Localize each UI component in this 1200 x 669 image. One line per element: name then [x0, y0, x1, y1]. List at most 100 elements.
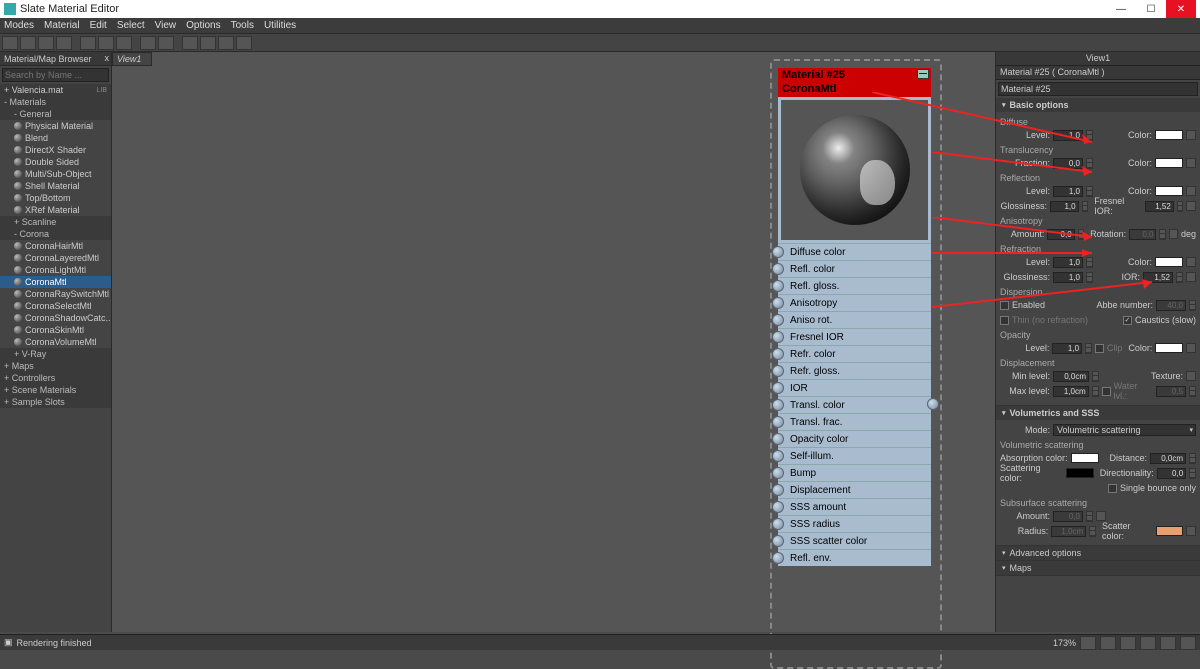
input-slot[interactable]: Aniso rot. — [778, 311, 931, 328]
mat-item[interactable]: CoronaVolumeMtl — [0, 336, 111, 348]
maps-header[interactable]: + Maps — [0, 360, 111, 372]
refl-level[interactable]: 1,0 — [1053, 186, 1083, 197]
mat-item[interactable]: CoronaSkinMtl — [0, 324, 111, 336]
scanline-header[interactable]: + Scanline — [0, 216, 111, 228]
map-button[interactable] — [1096, 511, 1106, 521]
tool-button[interactable] — [140, 36, 156, 50]
status-button[interactable] — [1100, 636, 1116, 650]
map-button[interactable] — [1186, 257, 1196, 267]
controllers-header[interactable]: + Controllers — [0, 372, 111, 384]
diffuse-level[interactable]: 1,0 — [1053, 130, 1083, 141]
map-button[interactable] — [1186, 130, 1196, 140]
input-slot[interactable]: Transl. frac. — [778, 413, 931, 430]
vray-header[interactable]: + V-Ray — [0, 348, 111, 360]
menu-view[interactable]: View — [155, 20, 177, 31]
status-button[interactable] — [1080, 636, 1096, 650]
opacity-color-swatch[interactable] — [1155, 343, 1183, 353]
input-socket[interactable] — [772, 263, 784, 275]
menu-utilities[interactable]: Utilities — [264, 20, 296, 31]
input-slot[interactable]: Refr. gloss. — [778, 362, 931, 379]
status-button[interactable] — [1120, 636, 1136, 650]
absorption-swatch[interactable] — [1071, 453, 1099, 463]
sample-slots-header[interactable]: + Sample Slots — [0, 396, 111, 408]
texture-button[interactable] — [1186, 371, 1196, 381]
single-bounce-checkbox[interactable] — [1108, 484, 1117, 493]
spinner[interactable] — [1177, 201, 1184, 212]
input-slot[interactable]: Opacity color — [778, 430, 931, 447]
mat-item[interactable]: Blend — [0, 132, 111, 144]
materials-header[interactable]: - Materials — [0, 96, 111, 108]
mat-item[interactable]: CoronaShadowCatc... — [0, 312, 111, 324]
clip-checkbox[interactable] — [1095, 344, 1104, 353]
tool-button[interactable] — [2, 36, 18, 50]
input-socket[interactable] — [772, 518, 784, 530]
map-button[interactable] — [1186, 158, 1196, 168]
mat-item-selected[interactable]: CoronaMtl — [0, 276, 111, 288]
browser-tree[interactable]: + Valencia.matLIB - Materials - General … — [0, 84, 111, 632]
input-slot[interactable]: Transl. color — [778, 396, 931, 413]
map-button[interactable] — [1186, 526, 1196, 536]
menu-edit[interactable]: Edit — [90, 20, 107, 31]
input-socket[interactable] — [772, 416, 784, 428]
status-button[interactable] — [1180, 636, 1196, 650]
tool-button[interactable] — [116, 36, 132, 50]
input-socket[interactable] — [772, 246, 784, 258]
directionality[interactable]: 0,0 — [1157, 468, 1186, 479]
status-button[interactable] — [1140, 636, 1156, 650]
thin-checkbox[interactable] — [1000, 316, 1009, 325]
input-slot[interactable]: Refl. color — [778, 260, 931, 277]
input-slot[interactable]: Fresnel IOR — [778, 328, 931, 345]
tool-button[interactable] — [158, 36, 174, 50]
distance[interactable]: 0,0cm — [1150, 453, 1186, 464]
input-socket[interactable] — [772, 501, 784, 513]
rollout-advanced[interactable]: Advanced options — [996, 546, 1200, 560]
refr-level[interactable]: 1,0 — [1053, 257, 1083, 268]
input-slot[interactable]: Refr. color — [778, 345, 931, 362]
tool-button[interactable] — [200, 36, 216, 50]
map-button[interactable] — [1186, 343, 1196, 353]
output-socket[interactable] — [927, 398, 939, 410]
input-socket[interactable] — [772, 535, 784, 547]
material-node[interactable]: Material #25— CoronaMtl Diffuse colorRef… — [777, 67, 932, 567]
transl-color-swatch[interactable] — [1155, 158, 1183, 168]
water-checkbox[interactable] — [1102, 387, 1111, 396]
input-socket[interactable] — [772, 399, 784, 411]
transl-fraction[interactable]: 0,0 — [1053, 158, 1083, 169]
refr-gloss[interactable]: 1,0 — [1053, 272, 1083, 283]
map-button[interactable] — [1186, 186, 1196, 196]
input-socket[interactable] — [772, 365, 784, 377]
node-minimize-icon[interactable]: — — [917, 69, 929, 79]
node-title[interactable]: Material #25— — [778, 68, 931, 83]
mat-item[interactable]: CoronaRaySwitchMtl — [0, 288, 111, 300]
rollout-volumetrics[interactable]: Volumetrics and SSS — [996, 406, 1200, 420]
spinner[interactable] — [1086, 158, 1093, 169]
refr-ior[interactable]: 1,52 — [1143, 272, 1173, 283]
mat-item[interactable]: Multi/Sub-Object — [0, 168, 111, 180]
input-slot[interactable]: IOR — [778, 379, 931, 396]
input-slot[interactable]: Refl. gloss. — [778, 277, 931, 294]
input-socket[interactable] — [772, 314, 784, 326]
lib-item[interactable]: + Valencia.matLIB — [0, 84, 111, 96]
mat-item[interactable]: CoronaLightMtl — [0, 264, 111, 276]
mat-item[interactable]: Double Sided — [0, 156, 111, 168]
input-socket[interactable] — [772, 450, 784, 462]
map-button[interactable] — [1186, 201, 1196, 211]
spinner[interactable] — [1086, 130, 1093, 141]
spinner[interactable] — [1086, 272, 1093, 283]
viewport-tab[interactable]: View1 — [112, 52, 152, 66]
scatter-color-swatch[interactable] — [1156, 526, 1183, 536]
material-name-field[interactable]: Material #25 — [998, 82, 1198, 96]
spinner[interactable] — [1078, 229, 1084, 240]
input-socket[interactable] — [772, 484, 784, 496]
opacity-level[interactable]: 1,0 — [1052, 343, 1082, 354]
max-level[interactable]: 1,0cm — [1053, 386, 1089, 397]
fresnel-ior[interactable]: 1,52 — [1145, 201, 1174, 212]
menu-select[interactable]: Select — [117, 20, 145, 31]
mat-item[interactable]: Shell Material — [0, 180, 111, 192]
map-button[interactable] — [1186, 272, 1196, 282]
menu-material[interactable]: Material — [44, 20, 80, 31]
menu-tools[interactable]: Tools — [231, 20, 254, 31]
close-button[interactable]: ✕ — [1166, 0, 1196, 18]
material-preview[interactable] — [781, 100, 928, 240]
input-slot[interactable]: Diffuse color — [778, 243, 931, 260]
